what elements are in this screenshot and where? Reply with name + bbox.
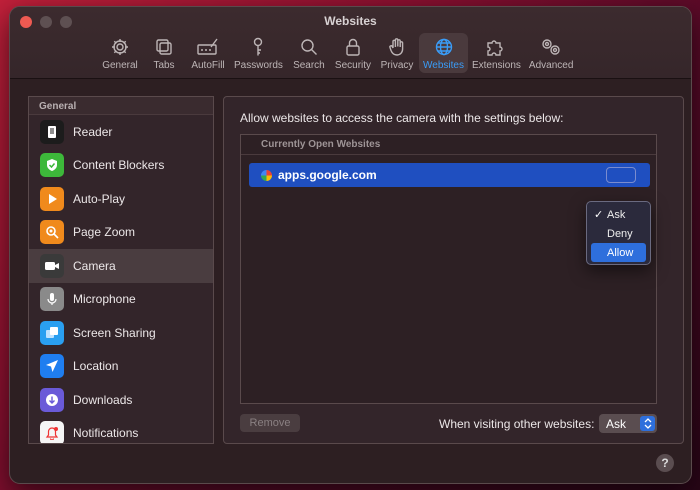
sidebar-item-label: Microphone bbox=[73, 292, 136, 307]
help-button[interactable]: ? bbox=[656, 454, 674, 472]
autofill-icon bbox=[197, 36, 219, 58]
tab-advanced[interactable]: Advanced bbox=[525, 33, 577, 73]
sidebar-item-label: Page Zoom bbox=[73, 225, 136, 240]
sidebar-item-label: Location bbox=[73, 359, 119, 374]
sidebar-item-reader[interactable]: Reader bbox=[29, 115, 213, 149]
tab-privacy[interactable]: Privacy bbox=[375, 33, 419, 73]
tab-label: Extensions bbox=[471, 60, 521, 71]
globe-icon bbox=[433, 36, 455, 58]
other-websites-label: When visiting other websites: bbox=[439, 417, 595, 431]
location-icon bbox=[40, 354, 64, 379]
dropdown-option-deny[interactable]: Deny bbox=[591, 224, 646, 243]
tab-security[interactable]: Security bbox=[331, 33, 375, 73]
sidebar: General Reader Content Blockers Auto-Pla… bbox=[28, 96, 214, 444]
sidebar-item-auto-play[interactable]: Auto-Play bbox=[29, 182, 213, 216]
notification-icon bbox=[40, 421, 64, 443]
titlebar: Websites General Tabs AutoFill Passwords… bbox=[10, 7, 691, 79]
tab-search[interactable]: Search bbox=[287, 33, 331, 73]
tab-label: Search bbox=[293, 60, 325, 71]
chevron-up-down-icon bbox=[640, 416, 655, 431]
sidebar-item-page-zoom[interactable]: Page Zoom bbox=[29, 216, 213, 250]
remove-button[interactable]: Remove bbox=[240, 414, 300, 432]
tab-label: Passwords bbox=[234, 60, 283, 71]
shield-check-icon bbox=[40, 153, 64, 178]
other-websites-value: Ask bbox=[606, 416, 627, 431]
reader-icon bbox=[40, 119, 64, 144]
screen-sharing-icon bbox=[40, 320, 64, 345]
tab-label: Advanced bbox=[528, 60, 574, 71]
tab-passwords[interactable]: Passwords bbox=[230, 33, 287, 73]
lock-icon bbox=[342, 36, 364, 58]
dropdown-option-ask[interactable]: Ask bbox=[591, 205, 646, 224]
site-row[interactable]: apps.google.com bbox=[249, 163, 650, 187]
sidebar-item-label: Auto-Play bbox=[73, 191, 126, 206]
tab-label: Security bbox=[334, 60, 372, 71]
zoom-icon bbox=[40, 220, 64, 245]
camera-icon bbox=[40, 253, 64, 278]
sidebar-header: General bbox=[29, 97, 213, 115]
sidebar-item-label: Screen Sharing bbox=[73, 325, 156, 340]
tab-extensions[interactable]: Extensions bbox=[468, 33, 525, 73]
dropdown-option-allow[interactable]: Allow bbox=[591, 243, 646, 262]
other-websites-select[interactable]: Ask bbox=[599, 414, 657, 433]
sidebar-item-microphone[interactable]: Microphone bbox=[29, 283, 213, 317]
microphone-icon bbox=[40, 287, 64, 312]
site-domain: apps.google.com bbox=[278, 168, 377, 182]
search-icon bbox=[298, 36, 320, 58]
window-title: Websites bbox=[324, 14, 377, 28]
tab-general[interactable]: General bbox=[98, 33, 142, 73]
tab-tabs[interactable]: Tabs bbox=[142, 33, 186, 73]
tab-autofill[interactable]: AutoFill bbox=[186, 33, 230, 73]
google-favicon-icon bbox=[261, 169, 272, 181]
sidebar-item-label: Notifications bbox=[73, 426, 139, 441]
sidebar-item-label: Reader bbox=[73, 124, 113, 139]
camera-settings-panel: Allow websites to access the camera with… bbox=[223, 96, 684, 444]
sidebar-item-location[interactable]: Location bbox=[29, 350, 213, 384]
sidebar-item-label: Downloads bbox=[73, 392, 133, 407]
setting-dropdown-menu: Ask Deny Allow bbox=[586, 201, 651, 265]
sidebar-item-content-blockers[interactable]: Content Blockers bbox=[29, 149, 213, 183]
gears-icon bbox=[540, 36, 562, 58]
gear-icon bbox=[109, 36, 131, 58]
panel-description: Allow websites to access the camera with… bbox=[240, 111, 564, 125]
list-header: Currently Open Websites bbox=[241, 135, 656, 155]
tab-websites[interactable]: Websites bbox=[419, 33, 468, 73]
sidebar-item-label: Camera bbox=[73, 258, 116, 273]
open-websites-list: Currently Open Websites apps.google.com … bbox=[240, 134, 657, 404]
puzzle-icon bbox=[485, 36, 507, 58]
tab-label: Tabs bbox=[153, 60, 175, 71]
sidebar-item-camera[interactable]: Camera bbox=[29, 249, 213, 283]
preferences-window: Websites General Tabs AutoFill Passwords… bbox=[9, 6, 692, 484]
sidebar-item-notifications[interactable]: Notifications bbox=[29, 417, 213, 443]
download-icon bbox=[40, 387, 64, 412]
tabs-icon bbox=[153, 36, 175, 58]
tab-label: Privacy bbox=[380, 60, 414, 71]
key-icon bbox=[247, 36, 269, 58]
sidebar-item-screen-sharing[interactable]: Screen Sharing bbox=[29, 316, 213, 350]
tab-label: General bbox=[102, 60, 138, 71]
play-icon bbox=[40, 186, 64, 211]
hand-icon bbox=[386, 36, 408, 58]
tab-label: AutoFill bbox=[191, 60, 225, 71]
site-setting-select[interactable] bbox=[606, 167, 636, 183]
sidebar-item-downloads[interactable]: Downloads bbox=[29, 383, 213, 417]
tab-label: Websites bbox=[423, 60, 464, 71]
preferences-toolbar: General Tabs AutoFill Passwords Search S… bbox=[98, 33, 577, 73]
sidebar-item-label: Content Blockers bbox=[73, 158, 165, 173]
